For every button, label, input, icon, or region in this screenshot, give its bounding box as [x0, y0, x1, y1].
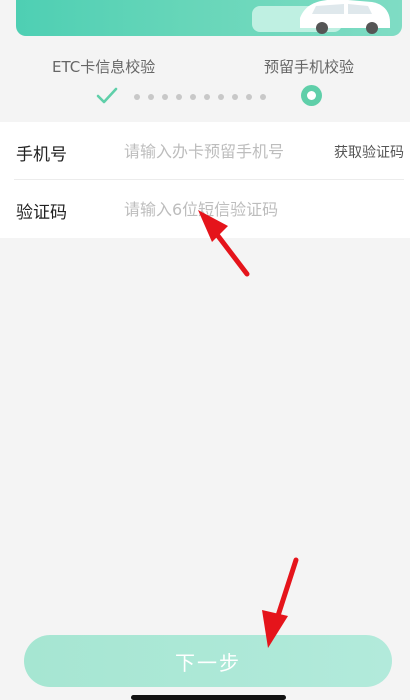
progress-dot [176, 94, 182, 100]
promo-banner[interactable] [16, 0, 402, 36]
progress-dot [190, 94, 196, 100]
step-indicator: ETC卡信息校验 预留手机校验 [0, 50, 410, 120]
progress-dot [218, 94, 224, 100]
next-step-button[interactable]: 下一步 [24, 635, 392, 687]
phone-row: 手机号 获取验证码 [0, 122, 410, 180]
progress-dot [134, 94, 140, 100]
code-label: 验证码 [16, 203, 67, 223]
progress-dot [148, 94, 154, 100]
progress-dot [260, 94, 266, 100]
verification-form: 手机号 获取验证码 验证码 [0, 122, 410, 238]
phone-input[interactable] [124, 136, 324, 166]
code-input[interactable] [124, 194, 394, 224]
check-icon [96, 87, 118, 104]
progress-dot [204, 94, 210, 100]
phone-label: 手机号 [16, 145, 67, 165]
progress-dot [246, 94, 252, 100]
car-icon [252, 0, 390, 34]
step1-label: ETC卡信息校验 [52, 58, 156, 76]
get-code-button[interactable]: 获取验证码 [334, 142, 404, 162]
progress-dot [232, 94, 238, 100]
progress-dots [134, 94, 266, 100]
step2-label: 预留手机校验 [264, 58, 355, 76]
home-indicator [131, 695, 286, 700]
progress-dot [162, 94, 168, 100]
code-row: 验证码 [0, 180, 410, 238]
step-current-icon [301, 85, 322, 106]
